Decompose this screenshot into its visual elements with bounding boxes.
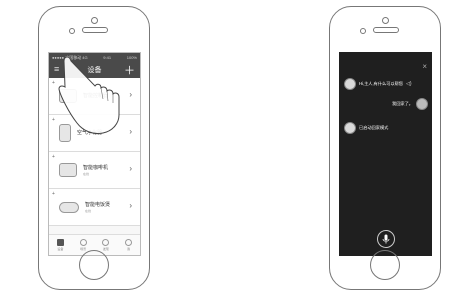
microphone-button[interactable] <box>376 230 395 248</box>
tab-label: 发现 <box>102 247 109 251</box>
user-avatar <box>416 98 428 110</box>
earpiece <box>373 27 399 33</box>
voice-assistant-screen: × Hi,主人,有什么可以帮您 ◁) 我回家了。 已启动回家模式 <box>339 52 432 256</box>
status-time: 9:41 <box>103 55 112 60</box>
chevron-right-icon: › <box>129 127 132 136</box>
message-text: 已启动回家模式 <box>359 125 389 130</box>
status-carrier: ●●●●● 中国移动 4G <box>52 54 88 60</box>
scene-icon <box>79 239 87 246</box>
device-row[interactable]: + 智能咖啡机 在线 › <box>49 152 140 189</box>
device-row[interactable]: + 智能电饭煲 在线 › <box>49 189 140 226</box>
rice-cooker-icon <box>59 201 79 213</box>
status-battery: 100% <box>126 55 137 60</box>
page-title: 设备 <box>87 67 102 74</box>
device-name: 智能控制器 <box>83 93 109 99</box>
speaker-icon[interactable]: ◁) <box>406 81 412 87</box>
home-icon <box>56 239 64 246</box>
plus-icon: + <box>52 117 55 123</box>
assistant-message: 已启动回家模式 <box>344 122 391 134</box>
tab-devices[interactable]: 设备 <box>56 239 64 251</box>
chevron-right-icon: › <box>129 201 132 210</box>
controller-icon <box>59 89 77 103</box>
tab-scenes[interactable]: 场景 <box>79 239 87 251</box>
tab-label: 设备 <box>57 247 64 251</box>
device-status: 在线 <box>83 172 90 176</box>
person-icon <box>125 239 133 246</box>
status-bar: ●●●●● 中国移动 4G 9:41 100% <box>49 53 140 62</box>
earpiece <box>82 27 108 33</box>
home-button[interactable] <box>370 250 400 280</box>
assistant-avatar <box>344 78 356 90</box>
device-row[interactable]: + 智能控制器 › <box>49 78 140 115</box>
front-sensor <box>69 28 75 34</box>
camera-dot <box>91 17 98 24</box>
tab-me[interactable]: 我 <box>125 239 133 251</box>
camera-dot <box>382 17 389 24</box>
device-status: 在线 <box>85 209 92 213</box>
plus-icon: + <box>52 154 55 160</box>
device-list-screen: ●●●●● 中国移动 4G 9:41 100% ≡ 设备 ＋ + 智能控制器 ›… <box>48 52 141 256</box>
menu-icon[interactable]: ≡ <box>54 64 59 74</box>
chevron-right-icon: › <box>129 164 132 173</box>
add-device-button[interactable]: ＋ <box>124 62 135 78</box>
message-text: 我回家了。 <box>392 101 413 106</box>
microphone-icon <box>382 234 389 244</box>
assistant-avatar <box>344 122 356 134</box>
tab-discover[interactable]: 发现 <box>102 239 110 251</box>
phone-left: ●●●●● 中国移动 4G 9:41 100% ≡ 设备 ＋ + 智能控制器 ›… <box>38 6 150 290</box>
device-name: 智能咖啡机 <box>83 165 109 171</box>
user-message: 我回家了。 <box>389 98 428 110</box>
plus-icon: + <box>52 80 55 86</box>
chevron-right-icon: › <box>129 90 132 99</box>
close-button[interactable]: × <box>422 62 427 71</box>
assistant-message: Hi,主人,有什么可以帮您 ◁) <box>344 78 412 90</box>
plus-icon: + <box>52 191 55 197</box>
front-sensor <box>360 28 366 34</box>
message-text: Hi,主人,有什么可以帮您 <box>359 81 403 86</box>
device-name: 空气净化器 <box>77 130 103 136</box>
air-purifier-icon <box>59 124 71 142</box>
device-row[interactable]: + 空气净化器 › <box>49 115 140 152</box>
device-name: 智能电饭煲 <box>85 202 111 208</box>
home-button[interactable] <box>79 250 109 280</box>
nav-bar: ≡ 设备 ＋ <box>49 62 140 78</box>
coffee-machine-icon <box>59 163 77 177</box>
discover-icon <box>102 239 110 246</box>
tab-label: 场景 <box>80 247 87 251</box>
tab-label: 我 <box>127 247 131 251</box>
phone-right: × Hi,主人,有什么可以帮您 ◁) 我回家了。 已启动回家模式 <box>329 6 441 290</box>
